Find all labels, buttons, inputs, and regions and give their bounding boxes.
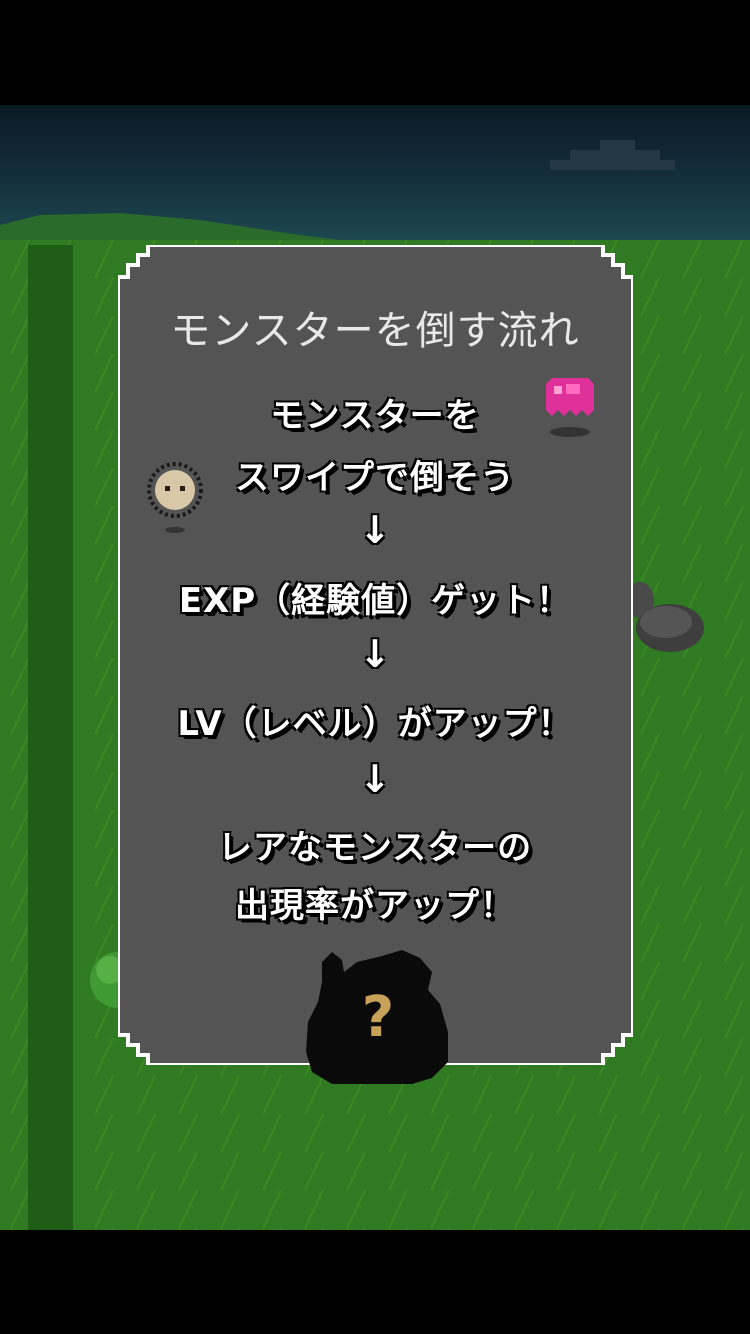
flow-arrow-1: ↓ — [359, 508, 391, 552]
step-exp: EXP（経験値）ゲット！ — [178, 581, 572, 621]
step-rare-line-1: レアなモンスターの — [217, 828, 533, 868]
step-rare-line-2: 出現率がアップ！ — [235, 886, 515, 926]
step-swipe-line-1: モンスターを — [270, 396, 480, 436]
step-level-up: LV（レベル）がアップ！ — [177, 704, 573, 744]
mystery-question-mark: ? — [361, 985, 395, 1050]
step-swipe-line-2: スワイプで倒そう — [235, 458, 515, 498]
flow-arrow-2: ↓ — [359, 632, 391, 676]
round-monster-icon — [147, 462, 203, 533]
top-letterbox — [0, 0, 750, 105]
cloud — [550, 140, 675, 170]
panel-title: モンスターを倒す流れ — [170, 308, 580, 354]
flow-arrow-3: ↓ — [359, 757, 391, 801]
bottom-letterbox — [0, 1230, 750, 1334]
pink-monster-icon — [546, 378, 594, 437]
